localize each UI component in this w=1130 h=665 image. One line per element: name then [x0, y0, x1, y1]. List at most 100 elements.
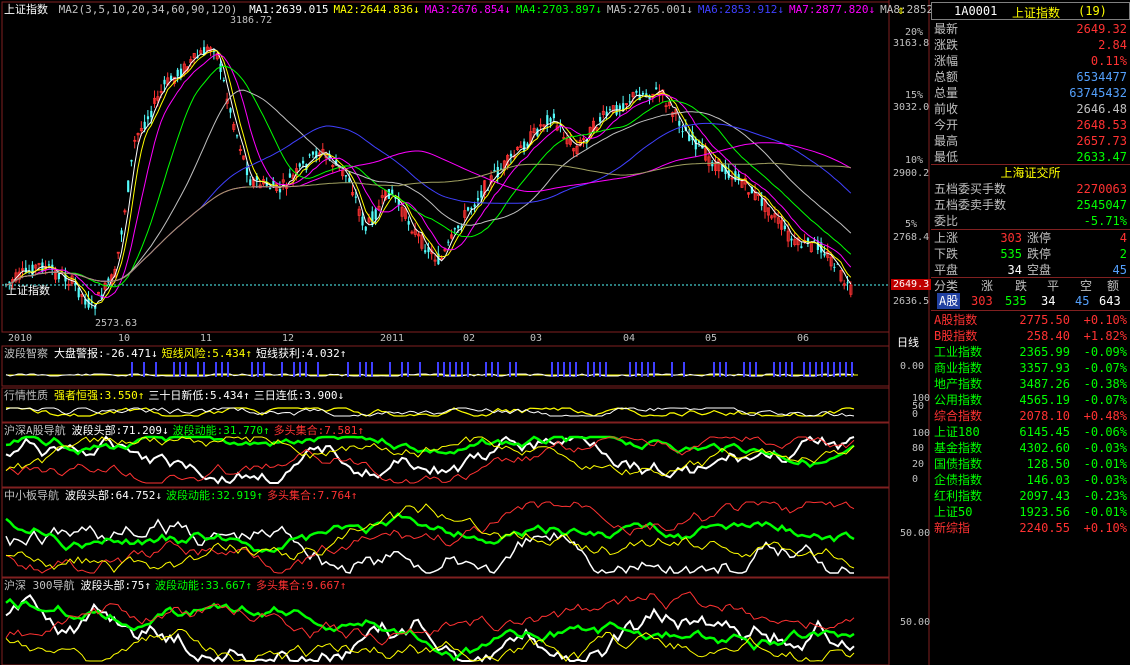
candle-body [523, 141, 526, 152]
candle-body [245, 167, 249, 176]
sector-change: +1.82% [1083, 329, 1127, 343]
breadth-key: 空盘 [1027, 263, 1052, 277]
candle-body [130, 159, 133, 162]
sector-row[interactable]: 基金指数 4302.60 -0.03% [931, 440, 1130, 456]
indicator-name: 行情性质 [4, 389, 48, 402]
sector-row[interactable]: 企债指数 146.03 -0.03% [931, 472, 1130, 488]
candle-body [24, 267, 27, 273]
class-row[interactable]: A股 303 535 34 45 643 [931, 293, 1130, 309]
quote-key: 前收 [934, 102, 959, 116]
indicator-line [5, 512, 855, 554]
ma-value: MA6:2853.912↓ [697, 3, 785, 16]
ma-value: MA2:2644.836↓ [333, 3, 420, 16]
class-value: 303 [971, 294, 993, 308]
class-header: 额 [1107, 279, 1120, 293]
sector-name: 商业指数 [934, 361, 983, 375]
sector-name: 新综指 [934, 521, 971, 535]
sector-name: 地产指数 [934, 377, 983, 391]
sector-row[interactable]: 综合指数 2078.10 +0.48% [931, 408, 1130, 424]
quote-value: 2646.48 [1076, 102, 1127, 116]
sector-row[interactable]: A股指数 2775.50 +0.10% [931, 312, 1130, 328]
quote-panel: 1A0001 上证指数 (19) 最新 2649.32 涨跌 2.84 涨幅 0.11% 总… [931, 0, 1130, 665]
indicator-value: 三十日新低:5.434↑ [148, 389, 250, 402]
candle-body [288, 173, 291, 178]
indicator-axis-label: 80 [912, 443, 925, 455]
candle-body [176, 69, 179, 77]
candle-body [790, 238, 793, 241]
class-value: 34 [1041, 294, 1056, 308]
candle-body [229, 108, 232, 113]
date-tick-label: 10 [118, 333, 131, 344]
date-tick-label: 02 [463, 333, 476, 344]
ma-value: MA7:2877.820↓ [789, 3, 876, 16]
candle-body [31, 264, 34, 277]
quote-key: 最高 [934, 134, 959, 148]
main-chart-header: 上证指数 MA2(3,5,10,20,34,60,90,120) MA1:263… [4, 3, 966, 17]
candle-body [641, 92, 645, 95]
sector-value: 2775.50 [1019, 313, 1070, 327]
settings-toggle-icon[interactable]: ⇕ [893, 3, 909, 17]
sector-row[interactable]: 新综指 2240.55 +0.10% [931, 520, 1130, 536]
percent-tick-label: 15% [905, 90, 924, 101]
sector-row[interactable]: 公用指数 4565.19 -0.07% [931, 392, 1130, 408]
index-name: 上证指数 [4, 3, 48, 16]
candle-body [476, 197, 480, 201]
class-header: 跌 [1015, 279, 1028, 293]
indicator-header: 行情性质 强者恒强:3.550↑ 三十日新低:5.434↑ 三日连低:3.900↓ [4, 389, 348, 403]
candle-body [163, 79, 166, 85]
candle-body [783, 225, 786, 230]
quote-key: 今开 [934, 118, 959, 132]
candle-body [269, 187, 272, 189]
quote-key: 涨幅 [934, 54, 959, 68]
kline-chart-area[interactable]: 上证指数 MA2(3,5,10,20,34,60,90,120) MA1:263… [0, 0, 966, 665]
candle-body [407, 221, 410, 225]
sector-name: 上证50 [934, 505, 973, 519]
indicator-name: 沪深A股导航 [4, 424, 66, 437]
candle-body [599, 117, 602, 122]
index-name-mini: 上证指数 [6, 284, 50, 297]
sector-name: 综合指数 [934, 409, 983, 423]
sector-name: 上证180 [934, 425, 980, 439]
indicator-axis-label: 100 [912, 428, 931, 439]
indicator-value: 波段动能:31.770↑ [172, 424, 270, 437]
sector-row[interactable]: 工业指数 2365.99 -0.09% [931, 344, 1130, 360]
indicator-value: 波段头部:71.209↓ [71, 424, 169, 437]
sector-name: B股指数 [934, 329, 978, 343]
class-value: 535 [1005, 294, 1027, 308]
sector-change: -0.38% [1083, 377, 1127, 391]
quote-key: 涨跌 [934, 38, 959, 52]
candle-body [549, 118, 552, 122]
candle-body [219, 63, 222, 72]
ma-values: MA1:2639.015 MA2:2644.836↓ MA3:2676.854↓ MA… [244, 3, 966, 16]
quote-row: 今开 2648.53 [931, 117, 1130, 133]
ma-value: MA4:2703.897↓ [515, 3, 602, 16]
sector-row[interactable]: 上证50 1923.56 -0.01% [931, 504, 1130, 520]
main-pane-frame [1, 1, 890, 333]
indicator-header: 波段智察 大盘警报:-26.471↓ 短线风险:5.434↑ 短线获利:4.032↑ [4, 347, 350, 361]
sector-row[interactable]: 上证180 6145.45 -0.06% [931, 424, 1130, 440]
quote-key: 总额 [934, 70, 959, 84]
quote-row: 总量 63745432 [931, 85, 1130, 101]
quote-title-bar[interactable]: 1A0001 上证指数 (19) [931, 2, 1130, 20]
percent-tick-label: 10% [905, 155, 924, 166]
quote-value: 2633.47 [1076, 150, 1127, 164]
sector-value: 3487.26 [1019, 377, 1070, 391]
date-tick-label: 2010 [8, 333, 33, 344]
candle-body [364, 226, 367, 231]
sector-row[interactable]: 商业指数 3357.93 -0.07% [931, 360, 1130, 376]
candle-body [222, 79, 225, 82]
candle-body [711, 161, 714, 167]
period-label[interactable]: 日线 [897, 334, 919, 350]
class-header-row: 分类 涨 跌 平 空额 [931, 277, 1130, 294]
sector-row[interactable]: 红利指数 2097.43 -0.23% [931, 488, 1130, 504]
sector-row[interactable]: 国债指数 128.50 -0.01% [931, 456, 1130, 472]
sector-row[interactable]: 地产指数 3487.26 -0.38% [931, 376, 1130, 392]
sector-row[interactable]: B股指数 258.40 +1.82% [931, 328, 1130, 344]
quote-row: 总额 6534477 [931, 69, 1130, 85]
candle-body [344, 175, 348, 177]
sector-value: 2078.10 [1019, 409, 1070, 423]
sector-change: -0.07% [1083, 361, 1127, 375]
date-tick-label: 2011 [380, 333, 405, 344]
quote-value: 2657.73 [1076, 134, 1127, 148]
candle-body [480, 190, 483, 198]
